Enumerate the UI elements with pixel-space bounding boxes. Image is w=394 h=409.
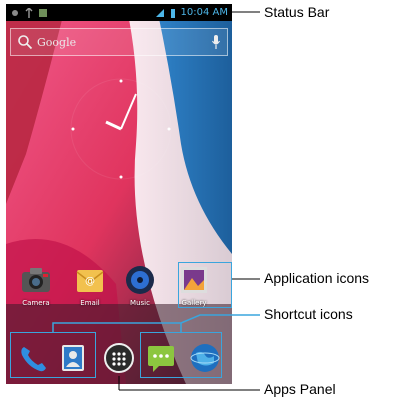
usb-icon — [12, 9, 18, 16]
analog-clock-widget[interactable] — [66, 74, 176, 184]
camera-icon — [22, 268, 50, 292]
email-icon: @ — [76, 270, 104, 292]
app-music[interactable]: Music — [118, 264, 162, 307]
clock-tick — [167, 127, 171, 131]
callout-status-bar: Status Bar — [264, 4, 330, 20]
mic-icon[interactable] — [211, 34, 221, 50]
battery-icon — [170, 8, 175, 18]
app-email[interactable]: @ Email — [68, 264, 112, 307]
google-search-bar[interactable]: Google — [10, 28, 228, 56]
app-label: Email — [80, 299, 100, 307]
screenshot-icon — [39, 8, 47, 17]
wallpaper — [6, 4, 232, 384]
status-bar: 10:04 AM — [6, 4, 232, 21]
callout-shortcut-icons: Shortcut icons — [264, 306, 353, 322]
signal-icon — [155, 8, 164, 17]
search-label: Google — [37, 35, 77, 49]
callout-application-icons: Application icons — [264, 270, 370, 286]
app-label: Camera — [22, 299, 50, 307]
clock-tick — [71, 127, 75, 131]
svg-text:@: @ — [85, 276, 95, 287]
shortcut-left-highlight — [10, 332, 96, 378]
application-icon-highlight — [178, 262, 232, 308]
apps-panel-icon[interactable] — [102, 341, 136, 375]
search-icon — [18, 35, 33, 50]
app-label: Music — [130, 299, 150, 307]
usb-debug-icon — [25, 7, 33, 18]
status-time: 10:04 AM — [180, 7, 228, 18]
app-camera[interactable]: Camera — [14, 264, 58, 307]
clock-minute-hand — [120, 93, 137, 130]
music-icon — [126, 266, 154, 294]
clock-tick — [119, 175, 123, 179]
clock-tick — [119, 79, 123, 83]
phone-screen: 10:04 AM Google Camera @ Email Music Gal… — [6, 4, 232, 384]
clock-hour-hand — [105, 120, 122, 131]
callout-apps-panel: Apps Panel — [264, 381, 336, 397]
shortcut-right-highlight — [140, 332, 222, 378]
